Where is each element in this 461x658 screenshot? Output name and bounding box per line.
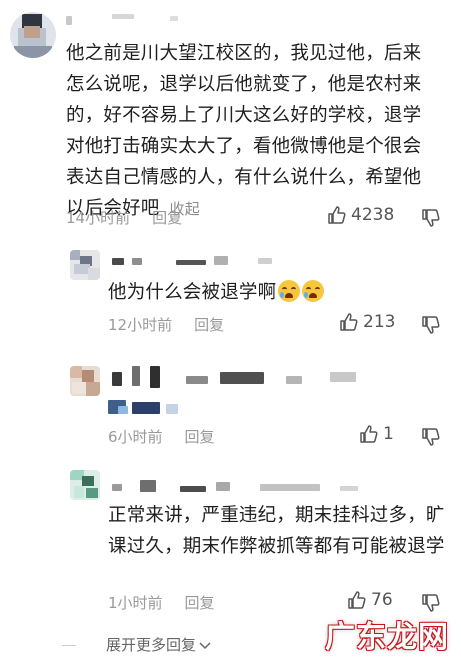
like-count: 1 <box>383 424 394 444</box>
timestamp: 1小时前 <box>108 594 163 612</box>
reply-text: 正常来讲，严重违纪，期末挂科过多，旷课过久，期末作弊被抓等都有可能被退学 <box>108 500 448 562</box>
like-count: 4238 <box>351 205 395 225</box>
dislike-button[interactable] <box>421 208 441 232</box>
timestamp: 12小时前 <box>108 316 173 334</box>
reply-button[interactable]: 回复 <box>194 314 224 335</box>
avatar[interactable] <box>70 250 100 280</box>
like-button[interactable]: 1 <box>359 424 394 444</box>
reply-meta: 12小时前 回复 <box>108 314 224 335</box>
thumb-up-icon <box>328 206 346 224</box>
like-button[interactable]: 213 <box>339 312 395 332</box>
expand-replies-button[interactable]: 展开更多回复 <box>106 634 212 655</box>
like-count: 76 <box>371 590 393 610</box>
crying-face-emoji <box>278 280 301 302</box>
reply-body: 正常来讲，严重违纪，期末挂科过多，旷课过久，期末作弊被抓等都有可能被退学 <box>108 505 445 557</box>
chevron-down-icon <box>199 641 211 649</box>
timestamp: 6小时前 <box>108 428 163 446</box>
avatar[interactable] <box>70 366 100 396</box>
thumb-up-icon <box>360 425 378 443</box>
reply-meta: 1小时前 回复 <box>108 592 215 613</box>
thumb-down-icon <box>422 594 440 612</box>
thumb-up-icon <box>340 313 358 331</box>
like-count: 213 <box>363 312 396 332</box>
thumb-down-icon <box>422 316 440 334</box>
avatar[interactable] <box>10 12 56 58</box>
reply-body: 他为什么会被退学啊 <box>108 282 277 303</box>
crying-face-emoji <box>302 280 325 302</box>
like-button[interactable]: 76 <box>347 590 393 610</box>
timestamp: 14小时前 <box>66 209 131 227</box>
reply-button[interactable]: 回复 <box>185 426 215 447</box>
reply-button[interactable]: 回复 <box>185 592 215 613</box>
expand-label: 展开更多回复 <box>106 636 197 654</box>
comment-meta: 14小时前 回复 <box>66 207 182 228</box>
avatar[interactable] <box>70 470 100 500</box>
thumb-down-icon <box>422 428 440 446</box>
reply-button[interactable]: 回复 <box>152 207 182 228</box>
dislike-button[interactable] <box>421 427 441 451</box>
watermark-logo: 广东龙网 <box>325 620 449 655</box>
comment-body: 他之前是川大望江校区的，我见过他，后来怎么说呢，退学以后他就变了，他是农村来的，… <box>66 43 422 219</box>
comment-text: 他之前是川大望江校区的，我见过他，后来怎么说呢，退学以后他就变了，他是农村来的，… <box>66 38 438 225</box>
thumb-down-icon <box>422 209 440 227</box>
reply-meta: 6小时前 回复 <box>108 426 215 447</box>
reply-text: 他为什么会被退学啊 <box>108 277 408 308</box>
like-button[interactable]: 4238 <box>327 205 394 225</box>
thumb-up-icon <box>348 591 366 609</box>
divider <box>62 645 76 646</box>
dislike-button[interactable] <box>421 315 441 339</box>
